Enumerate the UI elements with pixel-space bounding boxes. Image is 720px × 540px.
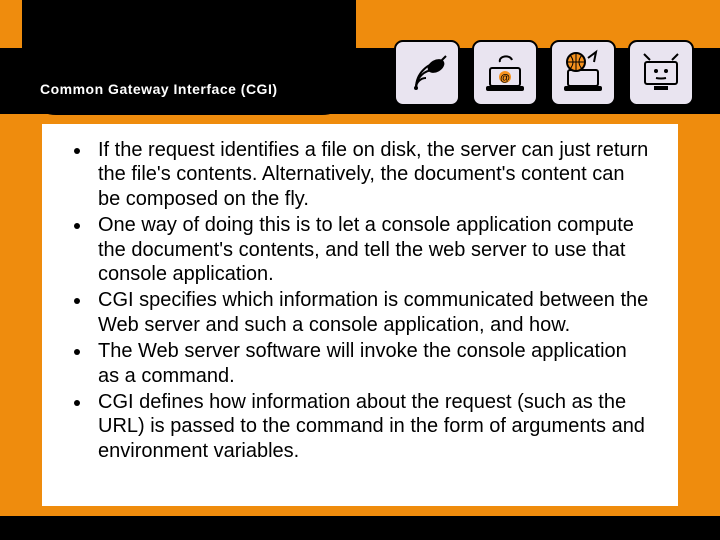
satellite-icon	[394, 40, 460, 106]
list-item: If the request identifies a file on disk…	[92, 138, 652, 211]
slide-title: Common Gateway Interface (CGI)	[40, 81, 278, 97]
list-item: CGI specifies which information is commu…	[92, 288, 652, 337]
list-item: One way of doing this is to let a consol…	[92, 213, 652, 286]
list-item: The Web server software will invoke the …	[92, 339, 652, 388]
laptop-email-icon: @	[472, 40, 538, 106]
surveillance-monitor-icon	[628, 40, 694, 106]
footer-bar	[0, 516, 720, 540]
slide: Common Gateway Interface (CGI) @	[0, 0, 720, 540]
content-card: If the request identifies a file on disk…	[42, 124, 678, 506]
globe-laptop-icon	[550, 40, 616, 106]
icon-row: @	[394, 40, 694, 106]
header-block: Common Gateway Interface (CGI)	[22, 0, 356, 115]
list-item: CGI defines how information about the re…	[92, 390, 652, 463]
bullet-list: If the request identifies a file on disk…	[68, 138, 652, 463]
svg-text:@: @	[500, 73, 510, 84]
